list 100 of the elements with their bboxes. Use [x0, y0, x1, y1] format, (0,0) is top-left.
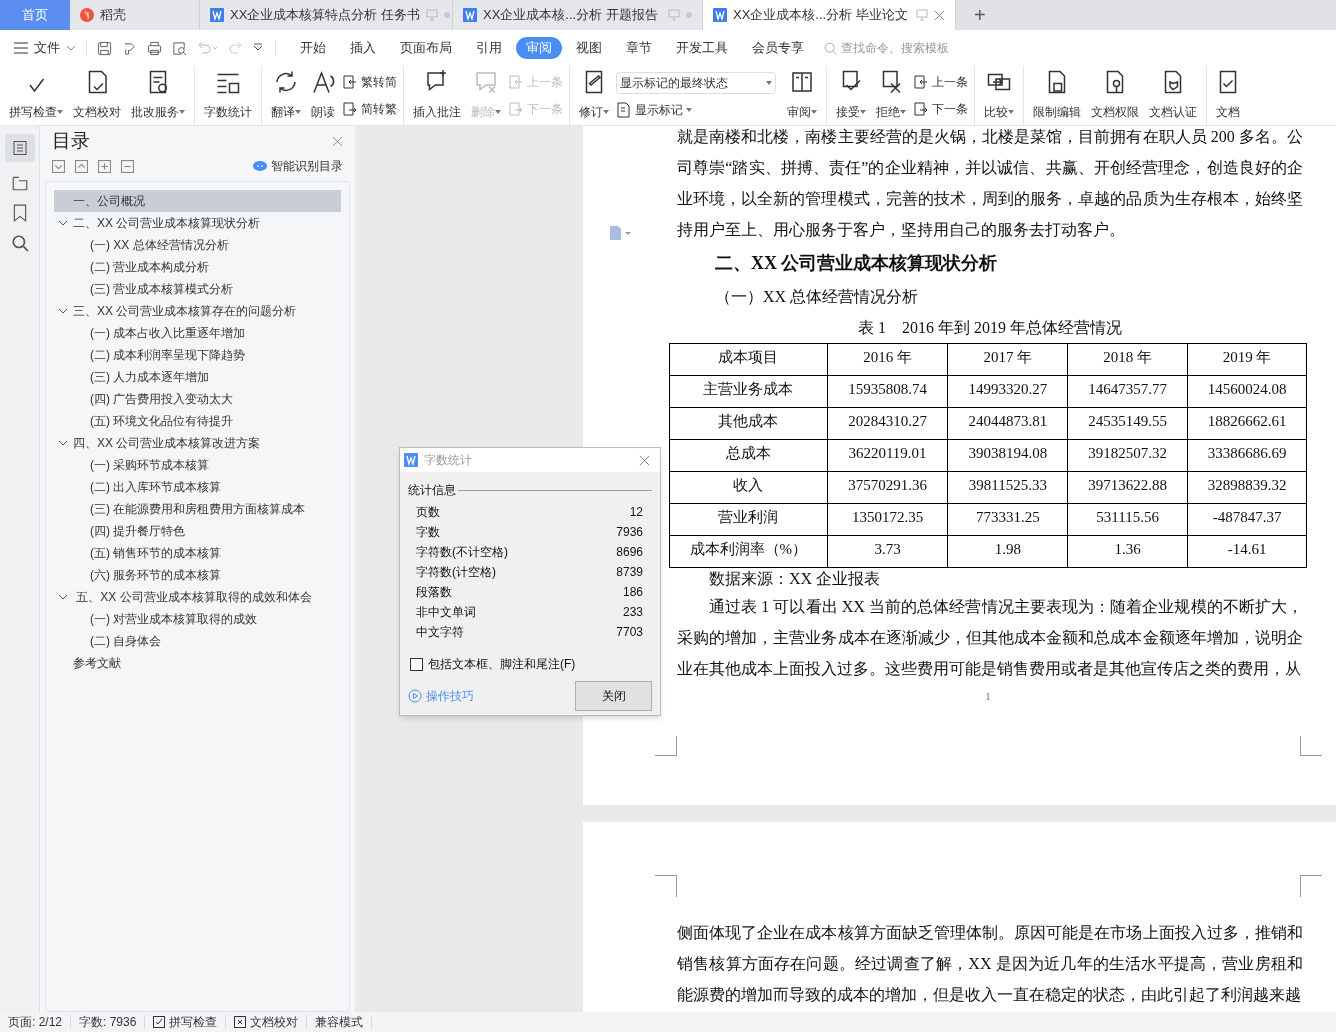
toc-item[interactable]: (一) XX 总体经营情况分析 [54, 234, 341, 256]
file-menu[interactable]: 文件 [14, 38, 76, 58]
ribbon-button[interactable]: 下一条 [913, 100, 968, 119]
table-cell: 33386686.69 [1187, 439, 1307, 472]
ribbon-button[interactable]: 简转繁 [342, 100, 397, 119]
menu-tab[interactable]: 开发工具 [666, 37, 738, 59]
ribbon-button[interactable]: 批改服务 [128, 66, 188, 125]
ribbon-button[interactable]: 字数统计 [201, 66, 255, 125]
toc-item[interactable]: (二) 出入库环节成本核算 [54, 476, 341, 498]
table-cell: 20284310.27 [827, 407, 948, 440]
column-header: 2019 年 [1187, 343, 1307, 376]
status-toggle[interactable]: 文档校对 [226, 1015, 308, 1029]
column-header: 2016 年 [827, 343, 948, 376]
table-cell: 773331.25 [947, 503, 1068, 536]
toc-item[interactable]: (一) 成本占收入比重逐年增加 [54, 322, 341, 344]
markup-dropdown[interactable]: 显示标记的最终状态 [616, 71, 776, 94]
table-cell: 39713622.88 [1067, 471, 1188, 504]
table-cell: 14560024.08 [1187, 375, 1307, 408]
ribbon-button[interactable]: 文档 [1213, 66, 1243, 125]
table-cell: 39038194.08 [947, 439, 1068, 472]
ribbon-button[interactable]: 上一条 [913, 72, 968, 91]
stat-label: 中文字符 [416, 624, 464, 641]
ribbon-button[interactable]: 翻译 [268, 66, 304, 125]
table-cell: 成本利润率（%） [669, 535, 828, 568]
table-cell: 15935808.74 [827, 375, 948, 408]
toc-item[interactable]: (二) 自身体会 [54, 630, 341, 652]
table-cell: 32898839.32 [1187, 471, 1307, 504]
column-header: 2018 年 [1067, 343, 1188, 376]
table-cell: 1350172.35 [827, 503, 948, 536]
ribbon-button[interactable]: 文档权限 [1088, 66, 1142, 125]
toc-item[interactable]: 一、公司概况 [54, 190, 341, 212]
toc-item[interactable]: (三) 营业成本核算模式分析 [54, 278, 341, 300]
table-cell: 总成本 [669, 439, 828, 472]
status-text: 兼容模式 [307, 1015, 373, 1029]
toc-item[interactable]: (六) 服务环节的成本核算 [54, 564, 341, 586]
ribbon-button[interactable]: 拒绝 [873, 66, 909, 125]
menu-tab[interactable]: 插入 [340, 37, 386, 59]
source-note: 数据来源：XX 企业报表 [709, 569, 882, 589]
stat-label: 字符数(计空格) [416, 564, 496, 581]
smart-toc-button[interactable]: 智能识别目录 [253, 157, 343, 175]
ribbon-button[interactable]: 限制编辑 [1030, 66, 1084, 125]
toc-item[interactable]: (二) 成本利润率呈现下降趋势 [54, 344, 341, 366]
new-tab-button[interactable]: + [966, 0, 994, 30]
ribbon-button[interactable]: 繁转简 [342, 72, 397, 91]
status-toggle[interactable]: 拼写检查 [145, 1015, 227, 1029]
toc-item[interactable]: (一) 对营业成本核算取得的成效 [54, 608, 341, 630]
toc-item[interactable]: (三) 人力成本逐年增加 [54, 366, 341, 388]
stat-value: 7936 [616, 524, 643, 541]
section-label: 统计信息 [408, 482, 456, 499]
table-cell: -487847.37 [1187, 503, 1307, 536]
stat-label: 段落数 [416, 584, 452, 601]
column-header: 成本项目 [669, 343, 828, 376]
document-tab[interactable]: XX企业成本核...分析 开题报告 [453, 0, 703, 30]
toc-item[interactable]: (五) 环境文化品位有待提升 [54, 410, 341, 432]
toc-item[interactable]: (一) 采购环节成本核算 [54, 454, 341, 476]
ribbon-button[interactable]: 文档校对 [70, 66, 124, 125]
toc-item[interactable]: (四) 提升餐厅特色 [54, 520, 341, 542]
menu-tab[interactable]: 会员专享 [742, 37, 814, 59]
ribbon-button[interactable]: 显示标记 [616, 101, 776, 120]
table-cell: 18826662.61 [1187, 407, 1307, 440]
ribbon-button[interactable]: 文档认证 [1146, 66, 1200, 125]
stat-value: 8739 [616, 564, 643, 581]
document-tab[interactable]: 稻壳 [70, 0, 200, 30]
ribbon-button[interactable]: 修订 [576, 66, 612, 125]
toc-item[interactable]: (四) 广告费用投入变动太大 [54, 388, 341, 410]
dialog-title: 字数统计 [424, 452, 472, 469]
toc-item[interactable]: (五) 销售环节的成本核算 [54, 542, 341, 564]
ribbon-button[interactable]: 朗读 [308, 66, 338, 125]
section-heading: 二、XX 公司营业成本核算现状分析 [715, 252, 999, 275]
ribbon-button[interactable]: 比较 [981, 66, 1017, 125]
menu-tab[interactable]: 章节 [616, 37, 662, 59]
toc-item[interactable]: 五、XX 公司营业成本核算取得的成效和体会 [54, 586, 341, 608]
document-tab[interactable]: XX企业成本核...分析 毕业论文 [703, 0, 956, 30]
table-cell: 37570291.36 [827, 471, 948, 504]
menu-tab[interactable]: 视图 [566, 37, 612, 59]
toc-item[interactable]: (二) 营业成本构成分析 [54, 256, 341, 278]
table-cell: 其他成本 [669, 407, 828, 440]
menu-tab[interactable]: 引用 [466, 37, 512, 59]
menu-tab[interactable]: 页面布局 [390, 37, 462, 59]
close-button[interactable]: 关闭 [575, 681, 652, 711]
toc-item[interactable]: 二、XX 公司营业成本核算现状分析 [54, 212, 341, 234]
table-cell: 14993320.27 [947, 375, 1068, 408]
table-cell: 24044873.81 [947, 407, 1068, 440]
column-header: 2017 年 [947, 343, 1068, 376]
menu-tab[interactable]: 开始 [290, 37, 336, 59]
toc-item[interactable]: 四、XX 公司营业成本核算改进方案 [54, 432, 341, 454]
checkbox-label: 包括文本框、脚注和尾注(F) [428, 656, 576, 673]
document-tab[interactable]: XX企业成本核算特点分析 任务书 [200, 0, 453, 30]
toc-item[interactable]: (三) 在能源费用和房租费用方面核算成本 [54, 498, 341, 520]
table-cell: 营业利润 [669, 503, 828, 536]
table-cell: 主营业务成本 [669, 375, 828, 408]
ribbon-button[interactable]: 插入批注 [410, 66, 464, 125]
body-paragraph: 就是南楼和北楼，南楼主要经营的是火锅，北楼是菜馆，目前拥有在职人员 200 多名。公司尊崇“踏实、拼搏、责任”的企业精神，并以诚信、共赢、开创经营理念，创造良好的企业环境，以全新的管理模式，完善的技术，周到的服务，卓越的品质为生存根本，始终坚持用户至上、用心服务于客户，坚持用自己的服务去打动客户。 [677, 127, 1303, 240]
toc-item[interactable]: 参考文献 [54, 652, 341, 674]
stat-value: 8696 [616, 544, 643, 561]
toc-item[interactable]: 三、XX 公司营业成本核算存在的问题分析 [54, 300, 341, 322]
ribbon-button[interactable]: 拼写检查 [6, 66, 66, 125]
ribbon-button[interactable]: 审阅 [784, 66, 820, 125]
ribbon-button[interactable]: 接受 [833, 66, 869, 125]
search-field[interactable]: 查找命令、搜索模板 [824, 39, 981, 57]
